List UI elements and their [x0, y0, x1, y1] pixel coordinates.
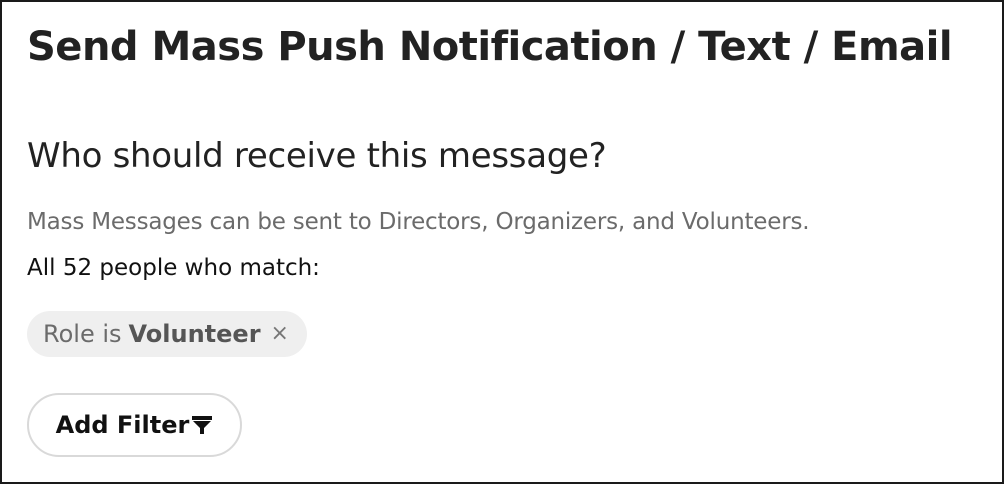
- remove-filter-icon[interactable]: ×: [271, 323, 289, 345]
- filter-chip-value: Volunteer: [128, 320, 261, 348]
- funnel-icon: [191, 414, 213, 436]
- match-summary: All 52 people who match:: [27, 255, 320, 281]
- add-filter-label: Add Filter: [55, 411, 190, 439]
- filter-chip-role: Role is Volunteer ×: [27, 311, 307, 357]
- add-filter-button[interactable]: Add Filter: [27, 393, 242, 457]
- message-panel: Send Mass Push Notification / Text / Ema…: [0, 0, 1004, 484]
- recipients-helper-text: Mass Messages can be sent to Directors, …: [27, 209, 810, 235]
- filter-chip-field: Role is: [43, 320, 122, 348]
- recipients-heading: Who should receive this message?: [27, 136, 607, 176]
- page-title: Send Mass Push Notification / Text / Ema…: [27, 24, 953, 70]
